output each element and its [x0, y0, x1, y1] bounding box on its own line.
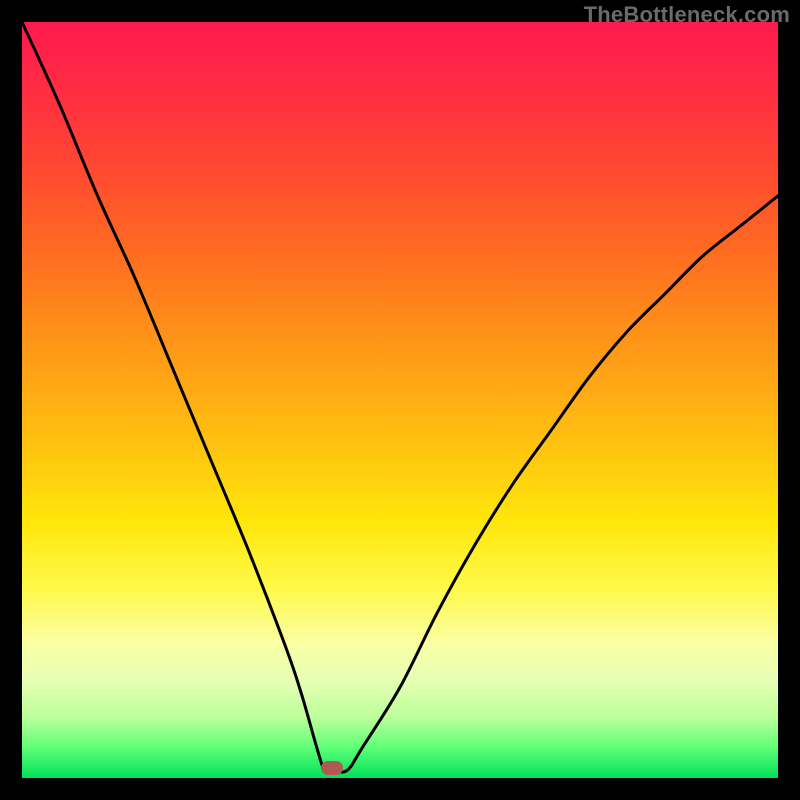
chart-gradient-background: [22, 22, 778, 778]
optimal-point-marker: [321, 761, 343, 775]
watermark-text: TheBottleneck.com: [584, 2, 790, 28]
chart-frame: TheBottleneck.com: [0, 0, 800, 800]
